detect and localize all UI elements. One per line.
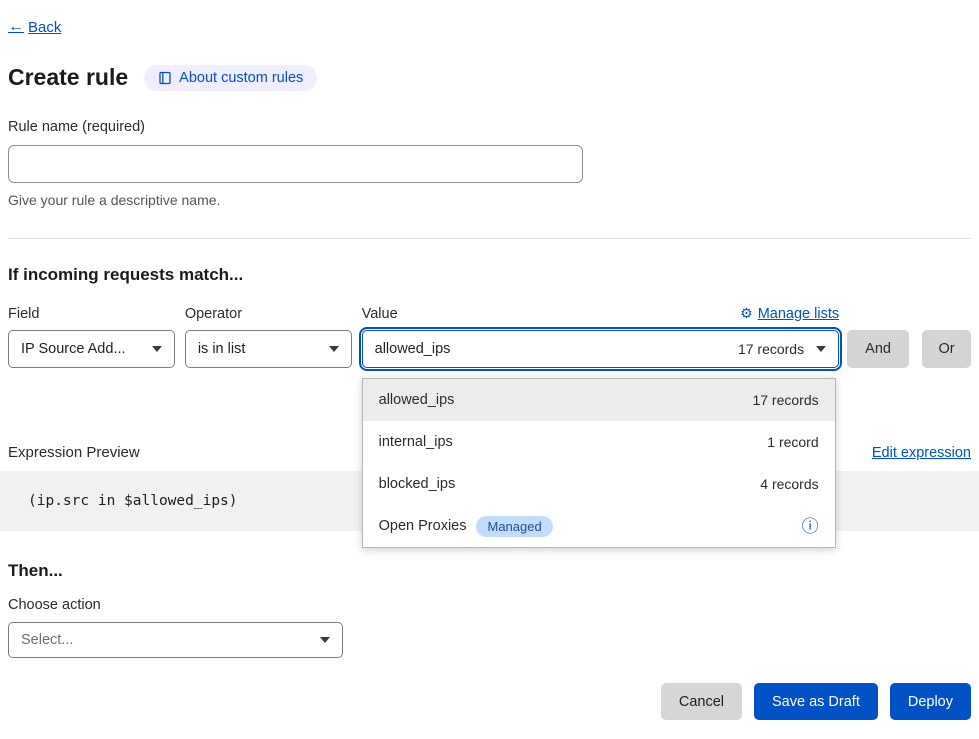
edit-expression-link[interactable]: Edit expression — [872, 445, 971, 461]
expression-preview-label: Expression Preview — [8, 444, 140, 461]
back-arrow-icon: ← — [8, 18, 24, 36]
value-dropdown-menu: allowed_ips 17 records internal_ips 1 re… — [362, 378, 836, 548]
field-select[interactable]: IP Source Add... — [8, 330, 175, 368]
book-icon — [158, 71, 172, 85]
list-record-count: 4 records — [760, 476, 818, 492]
deploy-button[interactable]: Deploy — [890, 683, 971, 720]
and-button[interactable]: And — [847, 330, 909, 368]
dropdown-item-blocked-ips[interactable]: blocked_ips 4 records — [363, 463, 835, 505]
match-section-title: If incoming requests match... — [8, 265, 971, 285]
expression-code: (ip.src in $allowed_ips) — [28, 493, 238, 509]
action-select-placeholder: Select... — [21, 632, 73, 648]
value-column-label: Value — [362, 306, 398, 322]
list-name: internal_ips — [379, 434, 453, 450]
field-select-value: IP Source Add... — [21, 341, 126, 357]
value-select-meta: 17 records — [738, 341, 804, 357]
choose-action-label: Choose action — [8, 597, 971, 613]
chevron-down-icon — [152, 346, 162, 352]
field-column-label: Field — [8, 306, 175, 322]
action-select[interactable]: Select... — [8, 622, 343, 658]
back-link[interactable]: ←Back — [8, 18, 61, 36]
chevron-down-icon — [320, 637, 330, 643]
list-name: Open Proxies — [379, 518, 467, 534]
about-badge-label: About custom rules — [179, 70, 303, 86]
dropdown-item-open-proxies[interactable]: Open Proxies Managed ⓘ — [363, 505, 835, 547]
rule-name-input[interactable] — [8, 145, 583, 183]
footer-actions: Cancel Save as Draft Deploy — [661, 683, 971, 720]
info-icon[interactable]: ⓘ — [802, 518, 819, 535]
rule-name-label: Rule name (required) — [8, 119, 971, 135]
value-select[interactable]: allowed_ips 17 records — [362, 330, 839, 368]
value-select-value: allowed_ips — [375, 341, 451, 357]
rule-name-helper: Give your rule a descriptive name. — [8, 192, 971, 208]
manage-lists-label: Manage lists — [758, 306, 839, 322]
operator-select[interactable]: is in list — [185, 330, 352, 368]
chevron-down-icon — [816, 346, 826, 352]
back-label: Back — [28, 19, 61, 36]
manage-lists-link[interactable]: ⚙ Manage lists — [740, 305, 839, 322]
about-custom-rules-badge[interactable]: About custom rules — [144, 65, 317, 91]
list-record-count: 1 record — [767, 434, 818, 450]
operator-select-value: is in list — [198, 341, 246, 357]
cancel-button[interactable]: Cancel — [661, 683, 742, 720]
condition-row: Field IP Source Add... Operator is in li… — [8, 305, 971, 368]
create-rule-page: ←Back Create rule About custom rules Rul… — [0, 0, 979, 739]
dropdown-item-allowed-ips[interactable]: allowed_ips 17 records — [363, 379, 835, 421]
gear-icon: ⚙ — [740, 305, 753, 322]
list-name: allowed_ips — [379, 392, 455, 408]
dropdown-item-internal-ips[interactable]: internal_ips 1 record — [363, 421, 835, 463]
operator-column-label: Operator — [185, 306, 352, 322]
or-button[interactable]: Or — [922, 330, 971, 368]
list-record-count: 17 records — [752, 392, 818, 408]
divider — [8, 238, 971, 239]
managed-badge: Managed — [476, 516, 552, 537]
then-section-title: Then... — [8, 561, 971, 581]
page-title: Create rule — [8, 64, 128, 91]
list-name: blocked_ips — [379, 476, 456, 492]
title-row: Create rule About custom rules — [8, 64, 971, 91]
chevron-down-icon — [329, 346, 339, 352]
save-as-draft-button[interactable]: Save as Draft — [754, 683, 878, 720]
